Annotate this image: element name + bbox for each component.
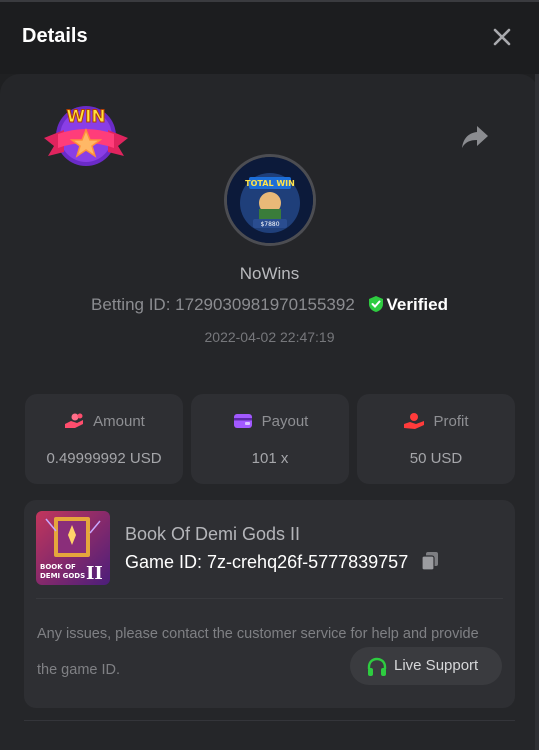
share-icon	[462, 126, 488, 148]
amount-card: Amount 0.49999992 USD	[25, 394, 183, 484]
profit-header: Profit	[357, 412, 515, 430]
profit-card: Profit 50 USD	[357, 394, 515, 484]
payout-value: 101 x	[251, 450, 289, 467]
svg-text:TOTAL WIN: TOTAL WIN	[245, 179, 295, 188]
betting-id-row: Betting ID: 1729030981970155392 Verified	[0, 295, 539, 315]
svg-text:BOOK OF: BOOK OF	[40, 563, 76, 571]
scrollbar[interactable]	[535, 74, 539, 750]
amount-value: 0.49999992 USD	[46, 450, 162, 467]
profit-value: 50 USD	[409, 450, 463, 467]
payout-label: Payout	[261, 413, 309, 430]
verified-label: Verified	[386, 295, 448, 314]
amount-header: Amount	[25, 412, 183, 430]
live-support-label: Live Support	[394, 657, 479, 674]
game-card: BOOK OF DEMI GODS II Book Of Demi Gods I…	[24, 500, 515, 708]
bet-timestamp: 2022-04-02 22:47:19	[204, 329, 335, 345]
wallet-icon	[233, 414, 252, 428]
payout-card: Payout 101 x	[191, 394, 349, 484]
top-border	[0, 0, 539, 2]
win-badge-text: WIN	[66, 107, 105, 127]
game-id-value: 7z-crehq26f-5777839757	[207, 552, 409, 572]
bottom-divider	[24, 720, 515, 721]
close-button[interactable]	[490, 25, 514, 49]
betting-id-value: 1729030981970155392	[175, 295, 355, 314]
game-name: Book Of Demi Gods II	[125, 524, 301, 544]
header-bar: Details	[0, 0, 539, 74]
game-thumbnail[interactable]: BOOK OF DEMI GODS II	[36, 511, 110, 585]
page-title: Details	[22, 25, 88, 47]
money-hand-icon	[404, 413, 425, 429]
verified-shield-icon	[368, 296, 383, 312]
avatar: TOTAL WIN $7880	[224, 154, 316, 246]
svg-text:DEMI GODS: DEMI GODS	[40, 572, 85, 580]
card-divider	[36, 598, 503, 599]
svg-text:$7880: $7880	[260, 221, 279, 228]
amount-label: Amount	[93, 413, 145, 430]
headset-icon	[367, 657, 387, 676]
betting-id-label: Betting ID:	[91, 295, 171, 314]
share-button[interactable]	[460, 124, 490, 150]
game-id-label: Game ID:	[125, 552, 203, 572]
game-id-row: Game ID: 7z-crehq26f-5777839757	[125, 551, 439, 573]
close-icon	[493, 28, 511, 46]
username: NoWins	[239, 264, 300, 283]
copy-icon[interactable]	[421, 551, 439, 571]
win-badge: WIN	[42, 100, 130, 172]
live-support-button[interactable]: Live Support	[350, 647, 502, 685]
svg-text:II: II	[86, 563, 103, 584]
payout-header: Payout	[191, 412, 349, 430]
profit-label: Profit	[433, 413, 469, 430]
coins-hand-icon	[65, 413, 84, 428]
